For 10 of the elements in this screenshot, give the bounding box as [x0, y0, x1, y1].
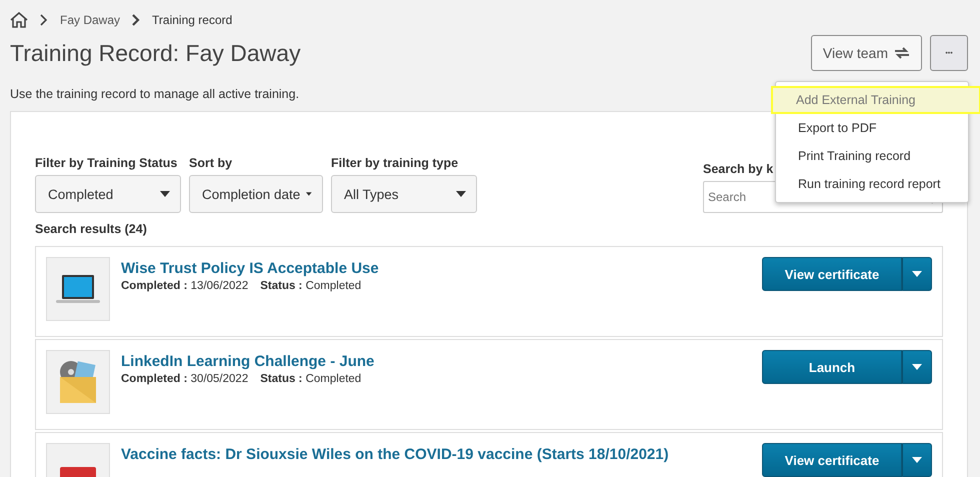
- filter-label: Filter by Training Status: [35, 156, 178, 170]
- filter-label: Filter by training type: [331, 156, 460, 170]
- training-meta: Completed : 30/05/2022 Status : Completed: [121, 373, 362, 385]
- training-meta: Completed : 13/06/2022 Status : Completed: [121, 280, 362, 292]
- filter-label: Sort by: [189, 156, 234, 170]
- breadcrumb-current: Training record: [152, 13, 232, 27]
- page-description: Use the training record to manage all active training.: [10, 87, 300, 103]
- search-label: Search by k: [703, 162, 774, 176]
- page-title: Training Record: Fay Daway: [10, 40, 301, 66]
- results-count: Search results (24): [35, 222, 148, 236]
